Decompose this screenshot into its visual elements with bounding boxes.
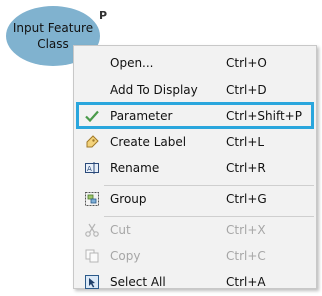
menu-item-create-label[interactable]: Create Label Ctrl+L (76, 130, 314, 154)
svg-text:A: A (87, 165, 92, 173)
parameter-badge: P (99, 9, 108, 22)
menu-item-shortcut: Ctrl+Shift+P (226, 108, 302, 123)
node-label-line1: Input Feature (12, 21, 94, 35)
menu-item-open[interactable]: Open... Ctrl+O (76, 51, 314, 75)
menu-item-select-all[interactable]: Select All Ctrl+A (76, 270, 314, 294)
menu-item-parameter[interactable]: Parameter Ctrl+Shift+P (76, 102, 314, 129)
menu-item-shortcut: Ctrl+C (226, 249, 266, 263)
menu-item-cut[interactable]: Cut Ctrl+X (76, 218, 314, 242)
menu-item-shortcut: Ctrl+A (226, 275, 266, 289)
menu-item-shortcut: Ctrl+R (226, 161, 266, 175)
copy-icon (84, 248, 100, 264)
menu-item-shortcut: Ctrl+G (226, 192, 267, 206)
menu-item-rename[interactable]: A Rename Ctrl+R (76, 156, 314, 180)
menu-item-label: Select All (110, 275, 166, 289)
menu-item-label: Copy (110, 249, 141, 263)
menu-item-label: Parameter (110, 108, 173, 123)
menu-item-label: Create Label (110, 135, 187, 149)
menu-item-add-to-display[interactable]: Add To Display Ctrl+D (76, 78, 314, 102)
menu-item-shortcut: Ctrl+D (226, 83, 267, 97)
menu-item-group[interactable]: Group Ctrl+G (76, 187, 314, 211)
menu-separator (104, 185, 314, 186)
rename-icon: A (84, 160, 100, 176)
menu-separator (104, 216, 314, 217)
menu-item-shortcut: Ctrl+O (226, 56, 267, 70)
menu-item-label: Open... (110, 56, 154, 70)
menu-item-label: Group (110, 192, 147, 206)
checkmark-icon (84, 108, 100, 124)
model-canvas: Input Feature Class P Open... Ctrl+O Add… (0, 0, 322, 296)
scissors-icon (84, 222, 100, 238)
context-menu: Open... Ctrl+O Add To Display Ctrl+D Par… (73, 45, 317, 289)
label-tag-icon (84, 134, 100, 150)
menu-item-label: Add To Display (110, 83, 198, 97)
menu-item-copy[interactable]: Copy Ctrl+C (76, 244, 314, 268)
menu-item-shortcut: Ctrl+L (226, 135, 265, 149)
select-all-icon (84, 274, 100, 290)
group-icon (84, 191, 100, 207)
menu-item-shortcut: Ctrl+X (226, 223, 266, 237)
menu-item-label: Rename (110, 161, 160, 175)
menu-item-label: Cut (110, 223, 131, 237)
